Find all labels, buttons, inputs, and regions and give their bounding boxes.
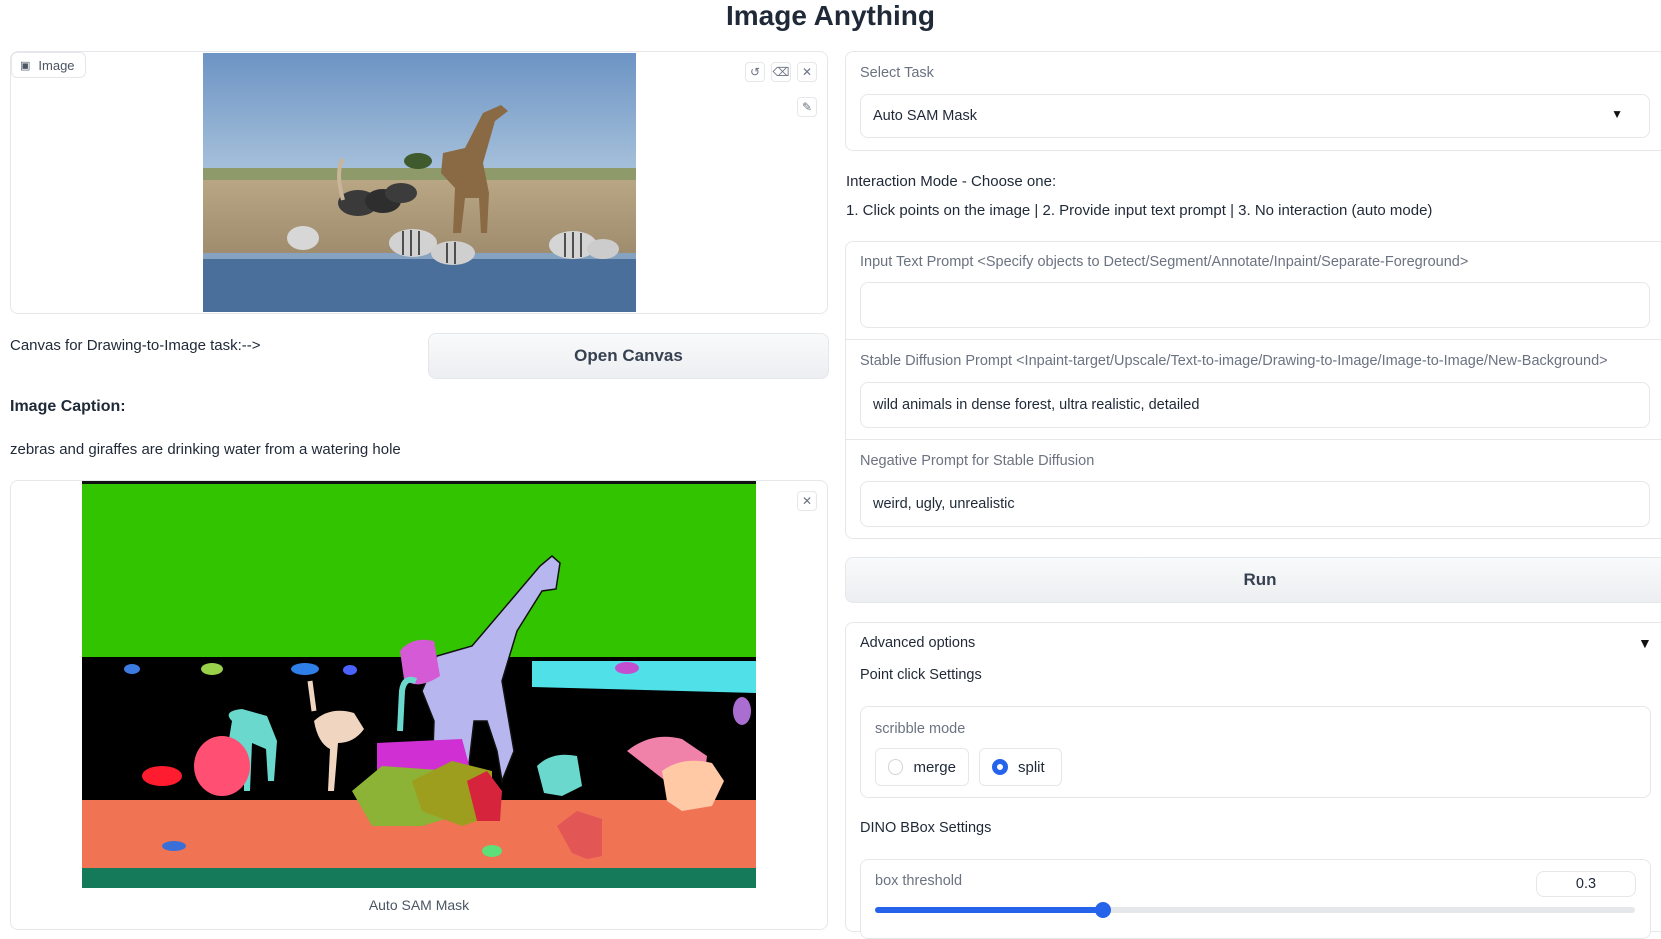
sd-prompt-label: Stable Diffusion Prompt <Inpaint-target/… [860, 353, 1608, 369]
app-title: Image Anything [726, 0, 935, 31]
chevron-down-icon[interactable]: ▼ [1611, 107, 1623, 121]
image-icon: ▣ [20, 59, 31, 72]
brush-icon[interactable]: ✎ [797, 97, 817, 117]
dino-bbox-settings-label: DINO BBox Settings [860, 820, 992, 836]
text-prompt-label: Input Text Prompt <Specify objects to De… [860, 254, 1469, 270]
merge-label: merge [913, 758, 956, 776]
output-image-caption: Auto SAM Mask [368, 897, 470, 913]
box-threshold-label: box threshold [875, 873, 963, 889]
task-select-value: Auto SAM Mask [873, 108, 977, 124]
interaction-title: Interaction Mode - Choose one: [846, 173, 1057, 190]
scribble-mode-label: scribble mode [875, 721, 966, 737]
box-threshold-value[interactable]: 0.3 [1536, 871, 1636, 897]
merge-radio[interactable] [888, 759, 904, 775]
close-icon[interactable]: ✕ [797, 491, 817, 511]
negative-prompt-input[interactable]: weird, ugly, unrealistic [860, 481, 1650, 527]
slider-fill [875, 907, 1103, 913]
close-icon[interactable]: ✕ [797, 62, 817, 82]
sd-prompt-input[interactable]: wild animals in dense forest, ultra real… [860, 382, 1650, 428]
image-label-badge: ▣ Image [11, 52, 86, 78]
collapse-arrow-icon[interactable]: ▼ [1638, 635, 1652, 651]
eraser-icon[interactable]: ⌫ [771, 62, 791, 82]
advanced-options-toggle[interactable]: Advanced options [860, 635, 975, 651]
task-select[interactable]: Auto SAM Mask ▼ [860, 94, 1650, 138]
split-radio[interactable] [992, 759, 1008, 775]
interaction-options: 1. Click points on the image | 2. Provid… [846, 202, 1433, 219]
canvas-label: Canvas for Drawing-to-Image task:--> [10, 337, 261, 354]
slider-thumb[interactable] [1095, 902, 1111, 918]
point-click-settings-label: Point click Settings [860, 667, 982, 683]
scribble-split-option[interactable]: split [979, 748, 1062, 786]
run-button[interactable]: Run [845, 557, 1661, 603]
sam-mask-image [82, 481, 756, 888]
box-threshold-number: 0.3 [1575, 876, 1597, 892]
undo-icon[interactable]: ↺ [745, 62, 765, 82]
negative-prompt-label: Negative Prompt for Stable Diffusion [860, 453, 1095, 469]
box-threshold-slider[interactable] [875, 902, 1635, 918]
box-threshold-panel [860, 859, 1651, 939]
split-label: split [1018, 758, 1045, 776]
image-label-text: Image [38, 57, 75, 73]
caption-text: zebras and giraffes are drinking water f… [10, 441, 401, 458]
input-photo[interactable] [203, 53, 636, 312]
task-label: Select Task [860, 65, 934, 81]
text-prompt-input[interactable] [860, 282, 1650, 328]
scribble-merge-option[interactable]: merge [875, 748, 969, 786]
open-canvas-button[interactable]: Open Canvas [428, 333, 829, 379]
caption-heading: Image Caption: [10, 398, 126, 415]
